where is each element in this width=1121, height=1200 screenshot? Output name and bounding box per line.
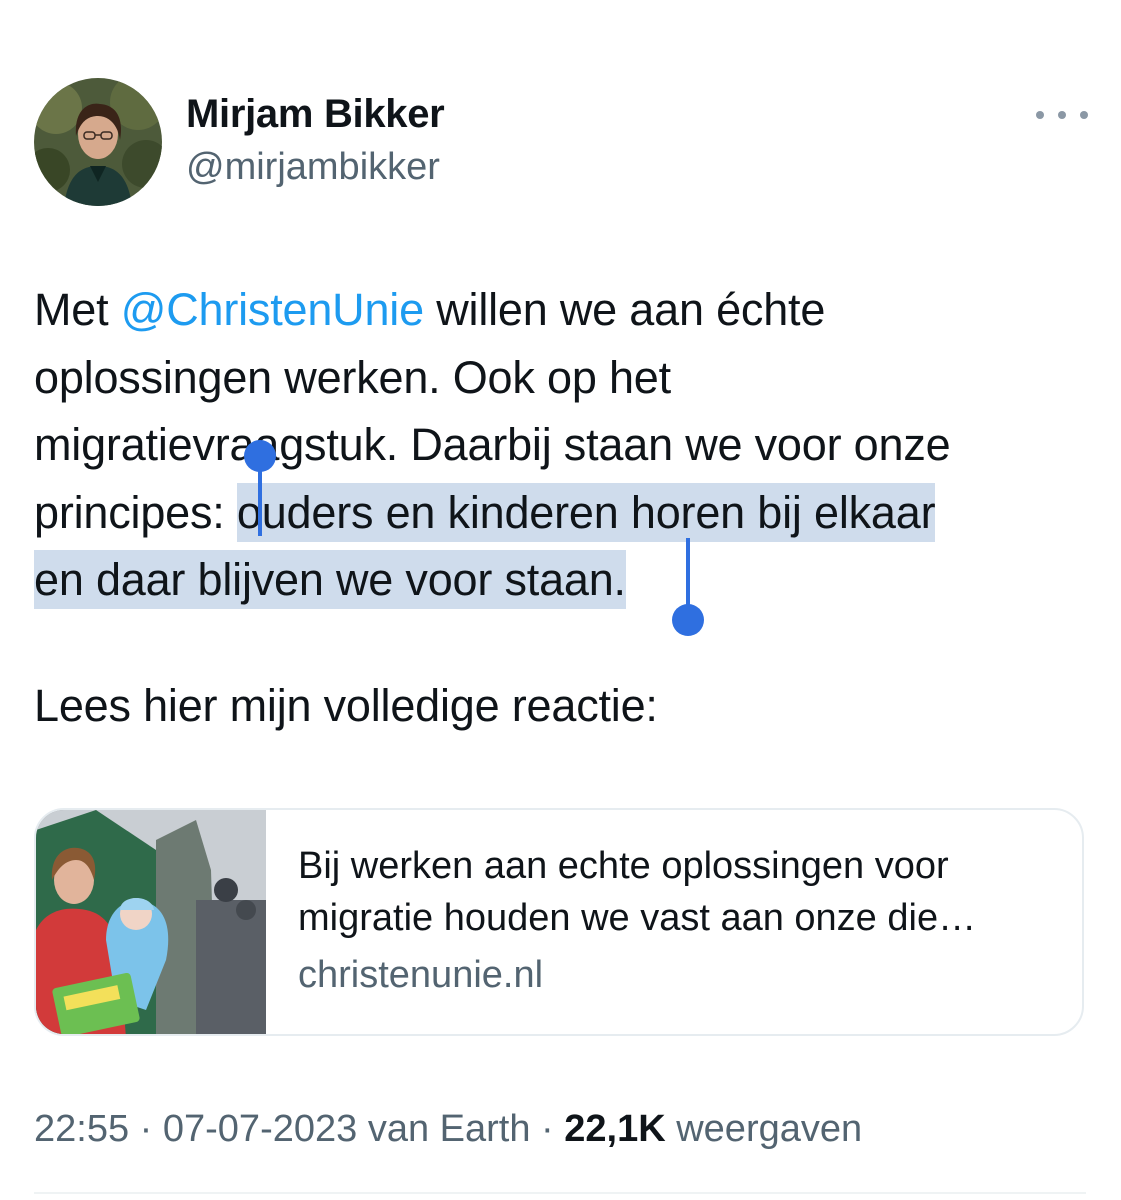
author-name[interactable]: Mirjam Bikker (186, 92, 445, 137)
tweet-line: Lees hier mijn volledige reactie: (34, 680, 658, 731)
link-card-domain: christenunie.nl (298, 954, 544, 996)
avatar[interactable] (34, 78, 162, 206)
dot (1080, 111, 1088, 119)
link-card-thumbnail (36, 810, 266, 1034)
link-card-title-line: Bij werken aan echte oplossingen voor (298, 845, 949, 887)
tweet-text: Met @ChristenUnie willen we aan échte op… (34, 276, 1094, 614)
tweet-line: oplossingen werken. Ook op het (34, 351, 671, 403)
dot (1036, 111, 1044, 119)
selection-start-caret (258, 456, 262, 536)
views-label: weergaven (665, 1108, 863, 1150)
tweet-text-segment: Met (34, 284, 121, 335)
selection-end-caret (686, 538, 690, 610)
tweet-time[interactable]: 22:55 (34, 1108, 129, 1150)
link-card-title: Bij werken aan echte oplossingen voor mi… (298, 840, 1068, 944)
tweet-line: principes: ouders en kinderen horen bij … (34, 479, 1094, 547)
divider (34, 1192, 1086, 1194)
link-card[interactable]: Bij werken aan echte oplossingen voor mi… (34, 808, 1084, 1036)
tweet-line: Met @ChristenUnie willen we aan échte (34, 276, 1094, 344)
tweet-text-segment: willen we aan échte (423, 284, 826, 335)
selected-text: en daar blijven we voor staan. (34, 550, 626, 609)
dot (1058, 111, 1066, 119)
views-count: 22,1K (564, 1108, 666, 1150)
tweet-date[interactable]: 07-07-2023 (163, 1108, 357, 1150)
tweet-line: migratievraagstuk. Daarbij staan we voor… (34, 419, 951, 470)
author-handle[interactable]: @mirjambikker (186, 146, 440, 189)
meta-separator: · (530, 1108, 565, 1150)
selected-text: ouders en kinderen horen bij elkaar (236, 482, 936, 542)
tweet-meta: 22:55 · 07-07-2023 van Earth · 22,1K wee… (34, 1108, 862, 1151)
tweet-line: en daar blijven we voor staan. (34, 546, 1094, 614)
tweet-text-segment: principes: (34, 486, 237, 538)
selection-end-handle-icon[interactable] (672, 604, 704, 636)
meta-separator: · (129, 1108, 163, 1150)
more-options-icon[interactable] (1036, 100, 1088, 130)
tweet-source: van Earth (357, 1108, 531, 1150)
link-card-title-line: migratie houden we vast aan onze die… (298, 897, 977, 939)
mention-link[interactable]: @ChristenUnie (121, 284, 424, 335)
